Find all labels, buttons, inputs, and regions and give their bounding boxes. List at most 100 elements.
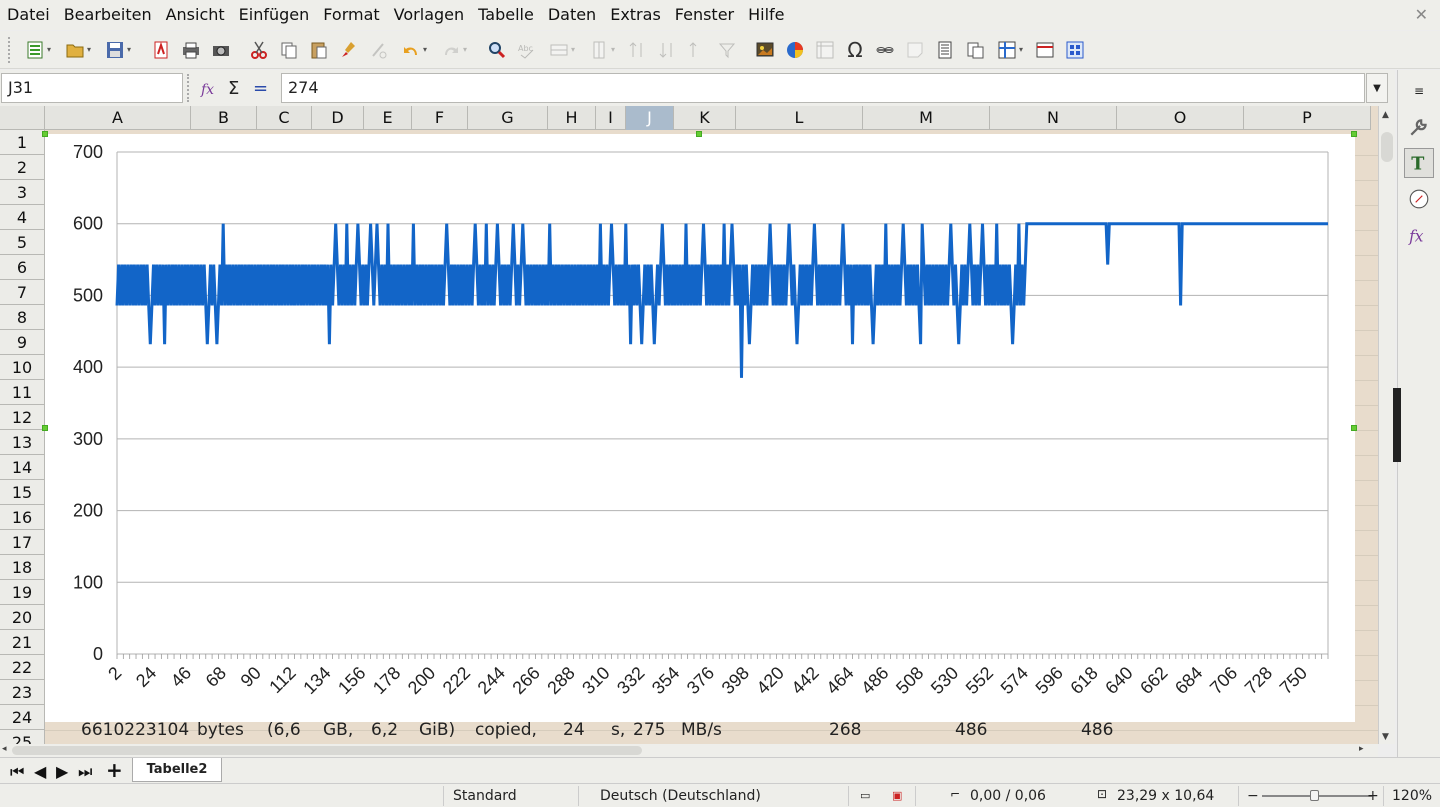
close-document-icon[interactable]: ✕ [1415, 5, 1428, 24]
sort-icon[interactable] [683, 36, 711, 64]
column-header-a[interactable]: A [45, 106, 191, 130]
row-header-11[interactable]: 11 [0, 380, 45, 405]
language-status[interactable]: Deutsch (Deutschland) [600, 788, 761, 804]
print-preview-button[interactable] [207, 36, 235, 64]
menu-item-datei[interactable]: Datei [0, 0, 57, 30]
column-header-g[interactable]: G [468, 106, 548, 130]
freeze-rows-columns-button[interactable]: ▾ [991, 36, 1029, 64]
menu-item-bearbeiten[interactable]: Bearbeiten [57, 0, 159, 30]
menu-item-tabelle[interactable]: Tabelle [471, 0, 541, 30]
row-header-19[interactable]: 19 [0, 580, 45, 605]
chart-handle-top-left[interactable] [42, 131, 48, 137]
column-header-h[interactable]: H [548, 106, 596, 130]
column-header-k[interactable]: K [674, 106, 736, 130]
cell-j25[interactable]: 275 [633, 720, 665, 740]
menu-item-daten[interactable]: Daten [541, 0, 603, 30]
row-header-25[interactable]: 25 [0, 730, 45, 744]
zoom-out-button[interactable]: − [1247, 788, 1259, 804]
split-window-icon[interactable] [1031, 36, 1059, 64]
row-header-20[interactable]: 20 [0, 605, 45, 630]
hyperlink-icon[interactable] [871, 36, 899, 64]
cell-m25[interactable]: 486 [955, 720, 987, 740]
line-chart[interactable]: 0 100 200 300 400 500 600 700 2 24 46 68 90 112 134 156… [45, 134, 1355, 722]
paste-icon[interactable] [305, 36, 333, 64]
print-button[interactable] [177, 36, 205, 64]
open-folder-button[interactable]: ▾ [59, 36, 97, 64]
select-all-corner[interactable] [0, 106, 45, 130]
column-header-n[interactable]: N [990, 106, 1117, 130]
column-header-f[interactable]: F [412, 106, 468, 130]
scroll-up-icon[interactable]: ▲ [1382, 110, 1389, 120]
next-sheet-icon[interactable]: ▶ [56, 762, 68, 781]
cell-a25[interactable]: 6610223104 [81, 720, 189, 740]
menu-item-hilfe[interactable]: Hilfe [741, 0, 791, 30]
column-header-e[interactable]: E [364, 106, 412, 130]
autofilter-icon[interactable] [713, 36, 741, 64]
row-header-14[interactable]: 14 [0, 455, 45, 480]
name-box[interactable]: J31 [1, 73, 183, 103]
cell-k25[interactable]: MB/s [681, 720, 722, 740]
vertical-scroll-thumb[interactable] [1381, 132, 1393, 162]
pivot-table-icon[interactable] [811, 36, 839, 64]
row-header-6[interactable]: 6 [0, 255, 45, 280]
zoom-level[interactable]: 120% [1392, 788, 1432, 804]
row-header-16[interactable]: 16 [0, 505, 45, 530]
column-header-c[interactable]: C [257, 106, 312, 130]
last-sheet-icon[interactable]: ⏭ [78, 762, 92, 782]
headers-footers-icon[interactable] [931, 36, 959, 64]
menu-item-format[interactable]: Format [316, 0, 386, 30]
functions-icon[interactable]: fx [1404, 220, 1434, 250]
row-header-21[interactable]: 21 [0, 630, 45, 655]
sidebar-menu-icon[interactable]: ≡ [1404, 76, 1434, 106]
row-header-12[interactable]: 12 [0, 405, 45, 430]
cell-d25[interactable]: GB, [323, 720, 353, 740]
column-header-o[interactable]: O [1117, 106, 1244, 130]
styles-icon[interactable]: T [1404, 148, 1434, 178]
row-header-3[interactable]: 3 [0, 180, 45, 205]
spreadsheet-grid[interactable]: ABCDEFGHIJKLMNOP 1 2 3 4 5 6 7 8 9 10 11 12 13 14 15 16… [0, 106, 1378, 744]
row-header-1[interactable]: 1 [0, 130, 45, 155]
show-draw-functions-icon[interactable] [1061, 36, 1089, 64]
selection-mode-icon[interactable]: ▭ [860, 789, 870, 802]
sort-ascending-icon[interactable] [623, 36, 651, 64]
row-header-4[interactable]: 4 [0, 205, 45, 230]
row-header-15[interactable]: 15 [0, 480, 45, 505]
new-document-button[interactable]: ▾ [19, 36, 57, 64]
cell-i25[interactable]: s, [611, 720, 625, 740]
sum-icon[interactable]: Σ [228, 78, 239, 99]
navigator-icon[interactable] [1404, 184, 1434, 214]
row-header-13[interactable]: 13 [0, 430, 45, 455]
scroll-down-icon[interactable]: ▼ [1382, 732, 1389, 742]
scroll-right-icon[interactable]: ▸ [1359, 744, 1364, 754]
sidebar-collapse-handle[interactable] [1393, 388, 1401, 462]
insert-chart-icon[interactable] [781, 36, 809, 64]
row-header-8[interactable]: 8 [0, 305, 45, 330]
cell-g25[interactable]: copied, [475, 720, 537, 740]
spelling-icon[interactable]: Abc [513, 36, 541, 64]
copy-icon[interactable] [275, 36, 303, 64]
row-header-2[interactable]: 2 [0, 155, 45, 180]
chart-handle-left[interactable] [42, 425, 48, 431]
chart-handle-top[interactable] [696, 131, 702, 137]
export-pdf-button[interactable] [147, 36, 175, 64]
chart-handle-top-right[interactable] [1351, 131, 1357, 137]
cell-c25[interactable]: (6,6 [267, 720, 301, 740]
first-sheet-icon[interactable]: ⏮ [10, 762, 24, 782]
redo-button[interactable]: ▾ [435, 36, 473, 64]
menu-item-einfügen[interactable]: Einfügen [232, 0, 317, 30]
previous-sheet-icon[interactable]: ◀ [34, 762, 46, 781]
row-header-23[interactable]: 23 [0, 680, 45, 705]
properties-wrench-icon[interactable] [1404, 112, 1434, 142]
define-print-area-icon[interactable] [961, 36, 989, 64]
cell-e25[interactable]: 6,2 [371, 720, 398, 740]
comment-icon[interactable] [901, 36, 929, 64]
toolbar-grip[interactable] [8, 36, 13, 63]
sheet-tab[interactable]: Tabelle2 [132, 758, 222, 782]
formula-input[interactable]: 274 [281, 73, 1365, 103]
special-character-icon[interactable]: Ω [841, 36, 869, 64]
column-icon[interactable]: ▾ [583, 36, 621, 64]
clone-formatting-icon[interactable] [335, 36, 363, 64]
undo-button[interactable]: ▾ [395, 36, 433, 64]
zoom-slider-knob[interactable] [1310, 790, 1319, 801]
row-header-18[interactable]: 18 [0, 555, 45, 580]
